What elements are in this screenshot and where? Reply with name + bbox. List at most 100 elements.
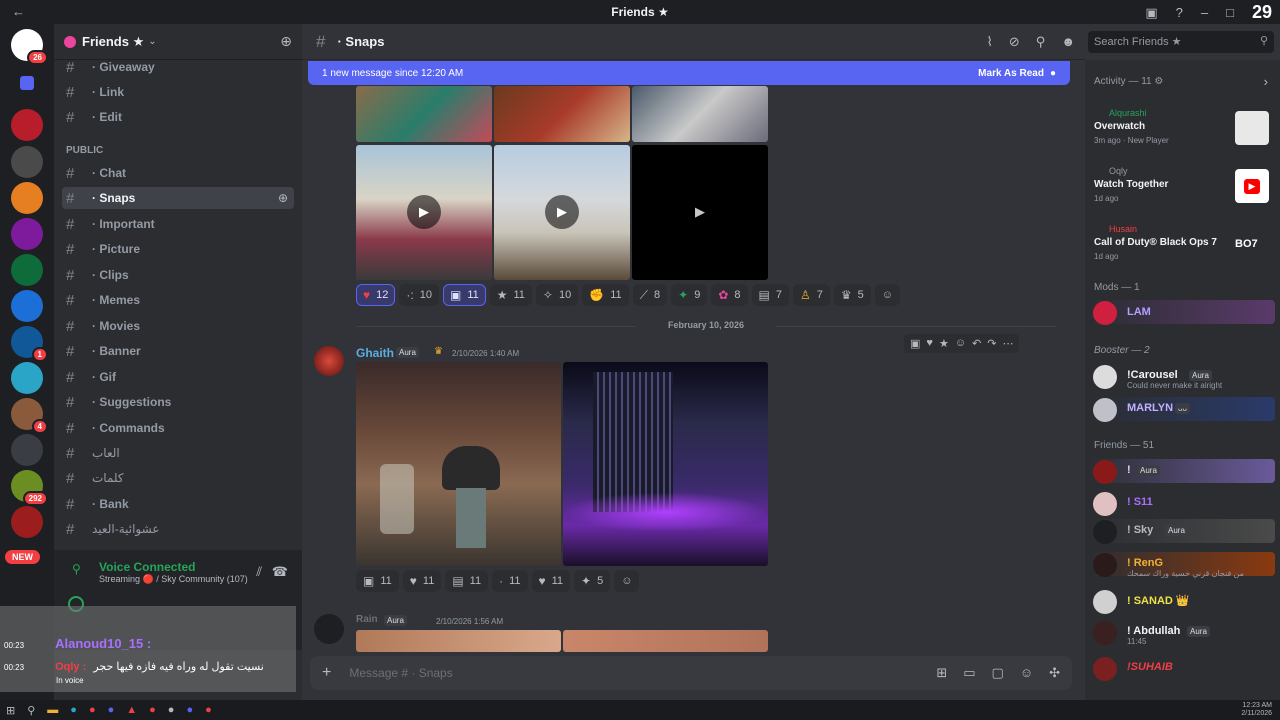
guild-header[interactable]: Friends ★ ⌄ ⊕ [54,24,302,60]
new-badge[interactable]: NEW [5,550,40,564]
channel-words[interactable]: # كلمات [62,467,294,489]
channel-clips[interactable]: # · Clips [62,264,294,286]
search-input[interactable]: Search Friends ★ ⚲ [1088,31,1274,53]
apps-icon[interactable]: ✣ [1049,665,1060,681]
member-item[interactable]: ! SANAD 👑 [1089,589,1275,614]
app-icon[interactable]: ● [186,704,193,716]
chevron-right-icon[interactable]: › [1264,74,1268,89]
channel-important[interactable]: # · Important [62,213,294,235]
reaction[interactable]: ♙ 7 [792,284,830,306]
reaction[interactable]: ▤ 7 [751,284,789,306]
help-icon[interactable]: ? [1176,5,1183,20]
add-member-icon[interactable]: ⊕ [280,33,292,50]
member-item[interactable]: !SUHAIB [1089,656,1275,681]
channel-banner[interactable]: # · Banner [62,340,294,362]
media-thumbnail[interactable] [632,86,768,142]
members-icon[interactable]: ☻ [1061,34,1075,50]
gif-server-icon[interactable] [11,506,43,538]
channel-gif[interactable]: # · Gif [62,366,294,388]
star-icon[interactable]: ★ [939,337,949,350]
reaction-heart[interactable]: ♥ 11 [531,570,571,592]
app-icon[interactable]: ▲ [126,704,137,716]
voice-channel-name[interactable]: Streaming 🔴 / Sky Community (107) [99,574,248,585]
clock[interactable]: 12:23 AM 2/11/2026 [1241,702,1280,718]
pin-icon[interactable]: ⚲ [1036,34,1046,50]
channel-movies[interactable]: # · Movies [62,315,294,337]
member-item[interactable]: !Carousel Aura Could never make it alrig… [1089,364,1275,390]
server-icon[interactable]: 4 [11,398,48,434]
reaction[interactable]: ▤ 11 [445,570,489,592]
category-public[interactable]: PUBLIC [66,145,103,156]
app-icon[interactable]: ● [89,704,96,716]
folder-icon[interactable] [20,76,34,90]
activity-card[interactable]: Alqurashi Overwatch 3m ago · New Player [1089,104,1275,154]
new-messages-bar[interactable]: 1 new message since 12:20 AM Mark As Rea… [308,61,1070,85]
disconnect-icon[interactable]: ☎ [272,564,288,580]
noise-suppression-icon[interactable]: ⫽ [256,564,262,580]
message-image[interactable] [563,630,768,652]
app-icon[interactable]: ● [205,704,212,716]
mark-as-read-button[interactable]: Mark As Read [978,68,1044,79]
discord-icon[interactable]: ● [108,704,115,716]
channel-snaps[interactable]: # · Snaps ⊕ [62,187,294,209]
emoji-icon[interactable]: ☺ [955,337,966,350]
quick-reaction-icon[interactable]: ▣ [910,337,920,350]
reaction[interactable]: ▣ 11 [356,570,399,592]
sticker-icon[interactable]: ▢ [992,665,1004,681]
channel-suggestions[interactable]: # · Suggestions [62,391,294,413]
channel-picture[interactable]: # · Picture [62,238,294,260]
windows-icon[interactable]: ⊞ [6,704,15,717]
video-thumbnail[interactable]: ▶ [356,145,492,280]
media-thumbnail[interactable] [494,86,630,142]
reaction-heart[interactable]: ♥ 11 [402,570,442,592]
member-item[interactable]: ! RenG من فنجان قرني خسية وراك سمحك [1089,552,1275,578]
reaction[interactable]: ✿ 8 [711,284,748,306]
heart-icon[interactable]: ♥ [926,337,933,350]
activity-card[interactable]: Oqly Watch Together 1d ago ▶ [1089,162,1275,212]
invite-icon[interactable]: ⊕ [278,191,288,205]
member-item[interactable]: ! Aura [1089,459,1275,484]
message-author[interactable]: Rain [356,614,378,625]
channel-link[interactable]: # · Link [62,81,294,103]
video-thumbnail[interactable]: ▶ [494,145,630,280]
play-icon[interactable]: ▶ [545,195,579,229]
minimize-icon[interactable]: – [1201,5,1208,20]
server-icon[interactable] [11,290,43,322]
server-icon[interactable] [11,218,43,250]
add-reaction-button[interactable]: ☺ [874,284,900,306]
channel-commands[interactable]: # · Commands [62,417,294,439]
gift-icon[interactable]: ⊞ [936,665,947,681]
reaction[interactable]: ▣ 11 [442,284,486,306]
channel-memes[interactable]: # · Memes [62,289,294,311]
avatar[interactable] [314,346,344,376]
member-item[interactable]: LAM [1089,300,1275,325]
server-icon[interactable] [11,109,43,141]
home-server-icon[interactable]: 26 [11,29,48,65]
channel-edit[interactable]: # · Edit [62,106,294,128]
server-icon[interactable]: 1 [11,326,48,362]
message-author[interactable]: Ghaith [356,346,394,360]
server-icon[interactable] [11,362,43,394]
message-image[interactable] [563,362,768,566]
search-icon[interactable]: ⚲ [27,704,35,717]
server-icon[interactable] [11,254,43,286]
play-icon[interactable]: ▶ [407,195,441,229]
maximize-icon[interactable]: □ [1226,5,1234,20]
emoji-icon[interactable]: ☺ [1020,665,1033,681]
server-icon[interactable] [11,434,43,466]
aura-tag[interactable]: Aura [384,615,407,626]
reaction[interactable]: ✧ 10 [535,284,579,306]
member-item[interactable]: ! S11 [1089,491,1275,516]
reaction-star[interactable]: ★ 11 [489,284,532,306]
message-input[interactable]: Message # · Snaps [349,666,452,680]
server-icon[interactable] [11,182,43,214]
reaction[interactable]: ✦ 9 [671,284,708,306]
reaction[interactable]: · 11 [492,570,528,592]
reaction[interactable]: ⟋ 8 [632,284,668,306]
activity-header[interactable]: Activity — 11 ⚙ [1094,76,1163,87]
reaction-heart[interactable]: ♥ 12 [356,284,396,306]
threads-icon[interactable]: ⌇ [987,34,993,50]
channel-giveaway[interactable]: # · Giveaway [62,56,294,78]
forward-icon[interactable]: ↷ [987,337,996,350]
attach-icon[interactable]: + [322,664,331,682]
